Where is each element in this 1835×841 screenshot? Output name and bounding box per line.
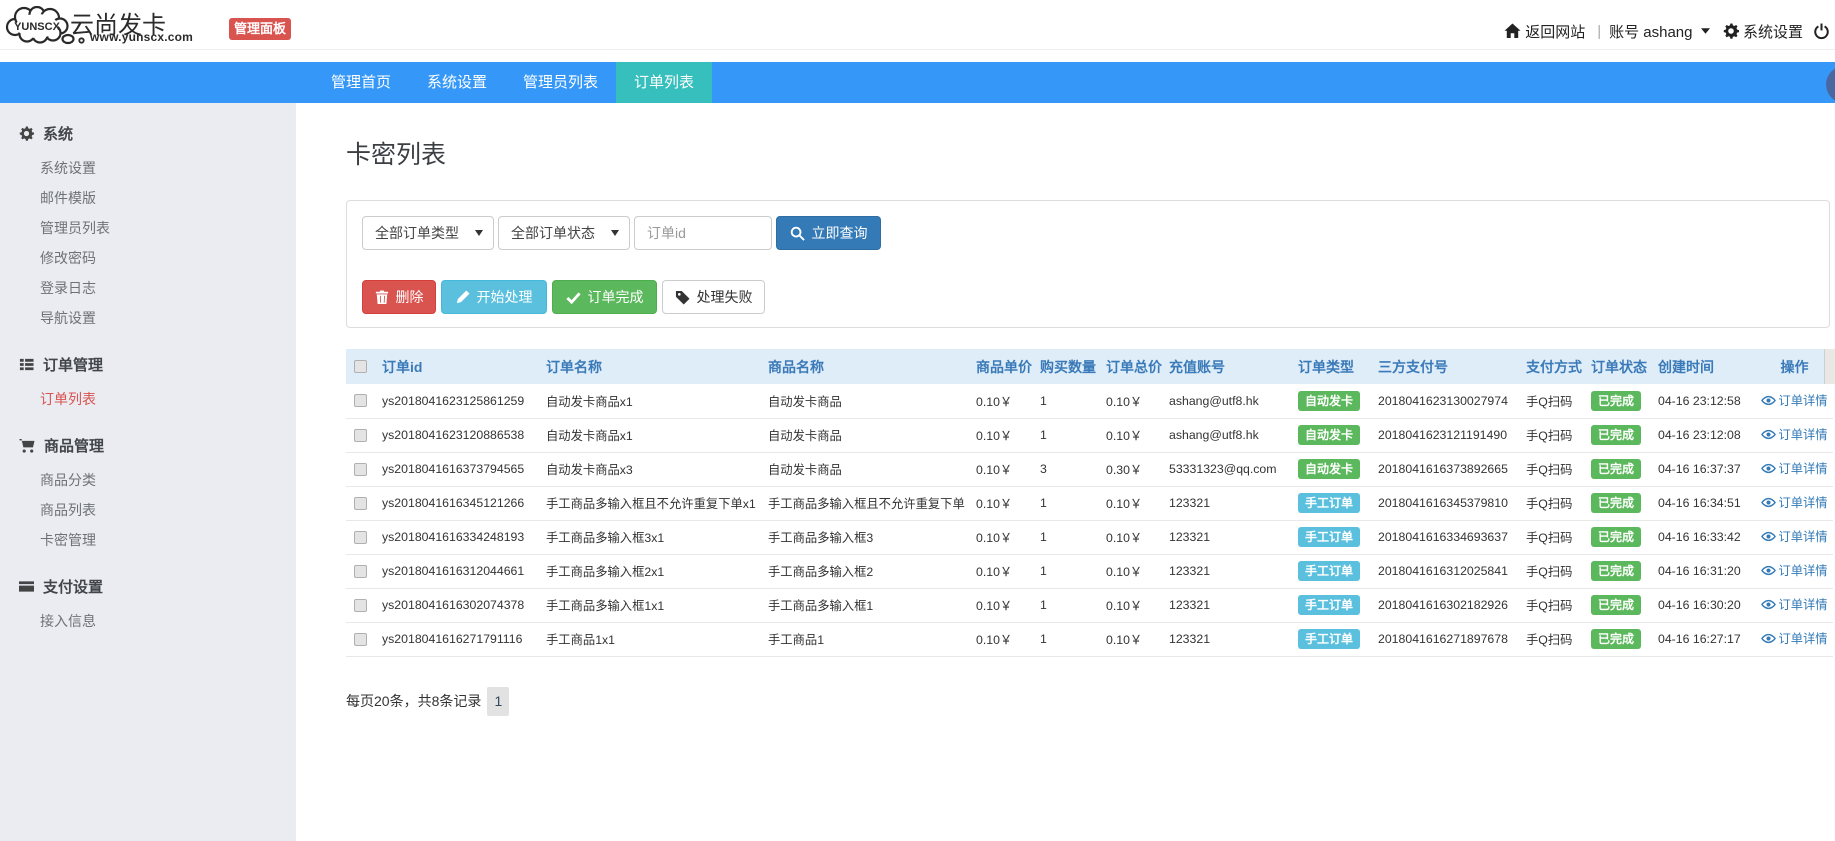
svg-text:YUNSCX: YUNSCX	[14, 21, 61, 33]
